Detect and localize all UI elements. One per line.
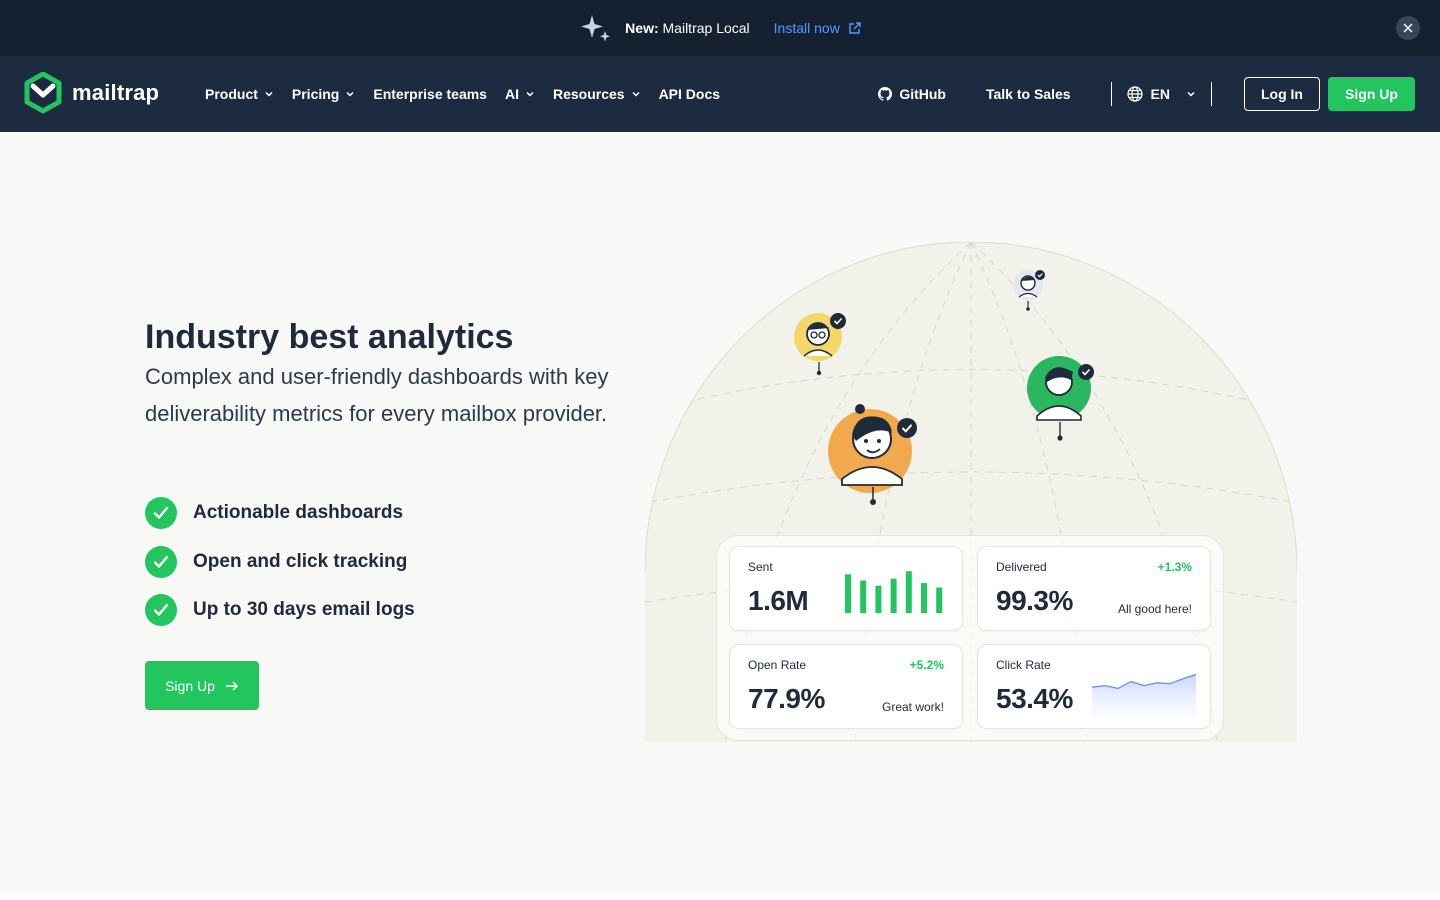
stat-card-delivered: Delivered +1.3% 99.3% All good here!	[977, 546, 1211, 631]
github-icon	[878, 87, 893, 101]
external-link-icon	[849, 21, 861, 34]
arrow-right-icon	[225, 680, 238, 691]
menu-product[interactable]: Product	[205, 86, 274, 102]
announcement-bar: New: Mailtrap Local Install now	[0, 0, 1440, 56]
primary-menu: Product Pricing Enterprise teams AI Reso…	[205, 56, 720, 132]
menu-resources[interactable]: Resources	[553, 86, 641, 102]
chevron-down-icon	[526, 91, 534, 97]
chevron-down-icon	[265, 91, 273, 97]
chevron-down-icon	[1187, 91, 1195, 97]
chevron-down-icon	[632, 91, 640, 97]
user-avatar-icon	[1027, 356, 1094, 441]
feature-item: Up to 30 days email logs	[145, 594, 415, 626]
user-avatar-icon	[1013, 270, 1045, 311]
feature-list: Actionable dashboards Open and click tra…	[145, 497, 415, 643]
menu-api-docs[interactable]: API Docs	[659, 86, 720, 102]
talk-to-sales-link[interactable]: Talk to Sales	[986, 86, 1071, 102]
sent-bar-chart	[845, 571, 943, 613]
click-rate-sparkline	[1092, 673, 1196, 717]
hero-signup-button[interactable]: Sign Up	[145, 661, 259, 710]
globe-icon	[1126, 86, 1143, 102]
sent-bar	[845, 574, 851, 613]
stat-card-click-rate: Click Rate 53.4%	[977, 644, 1211, 729]
signup-button-nav[interactable]: Sign Up	[1328, 77, 1415, 111]
sparkle-icon	[581, 15, 611, 42]
sent-bar	[875, 585, 882, 613]
nav-divider	[1211, 82, 1212, 106]
stat-card-open-rate: Open Rate +5.2% 77.9% Great work!	[729, 644, 963, 729]
close-announcement-button[interactable]	[1396, 16, 1420, 40]
install-now-link[interactable]: Install now	[774, 20, 861, 36]
check-icon	[145, 497, 177, 529]
hero-subtitle: Complex and user-friendly dashboards wit…	[145, 364, 609, 426]
sent-bar	[860, 580, 867, 613]
sent-bar	[921, 583, 927, 613]
announcement-text: New: Mailtrap Local	[625, 20, 750, 36]
menu-pricing[interactable]: Pricing	[292, 86, 355, 102]
stats-panel: Sent 1.6M Delivered +1.3% 99.3% All good…	[716, 535, 1224, 741]
close-icon	[1403, 23, 1413, 33]
github-link[interactable]: GitHub	[878, 86, 946, 102]
login-button[interactable]: Log In	[1244, 77, 1320, 111]
user-avatar-icon	[794, 313, 846, 376]
mailtrap-logo-icon	[24, 72, 62, 114]
chevron-down-icon	[346, 91, 354, 97]
brand-name: mailtrap	[72, 80, 160, 105]
check-icon	[145, 545, 177, 578]
nav-actions: GitHub Talk to Sales EN Log In Sign Up	[878, 56, 1415, 132]
menu-enterprise-teams[interactable]: Enterprise teams	[373, 86, 487, 102]
mailtrap-logo[interactable]: mailtrap	[24, 72, 159, 114]
user-avatar-icon	[828, 404, 917, 505]
stat-card-sent: Sent 1.6M	[729, 546, 963, 631]
menu-ai[interactable]: AI	[505, 86, 535, 102]
check-icon	[145, 594, 177, 626]
sent-bar	[890, 578, 897, 613]
language-selector[interactable]: EN	[1112, 86, 1211, 102]
hero-title: Industry best analytics	[145, 318, 514, 356]
main-navbar: mailtrap Product Pricing Enterprise team…	[0, 56, 1440, 132]
sent-bar	[936, 587, 943, 613]
sparkline-area	[1092, 674, 1196, 717]
section-divider	[0, 893, 1440, 900]
feature-item: Actionable dashboards	[145, 497, 415, 529]
sent-bar	[905, 571, 912, 613]
feature-item: Open and click tracking	[145, 545, 415, 578]
